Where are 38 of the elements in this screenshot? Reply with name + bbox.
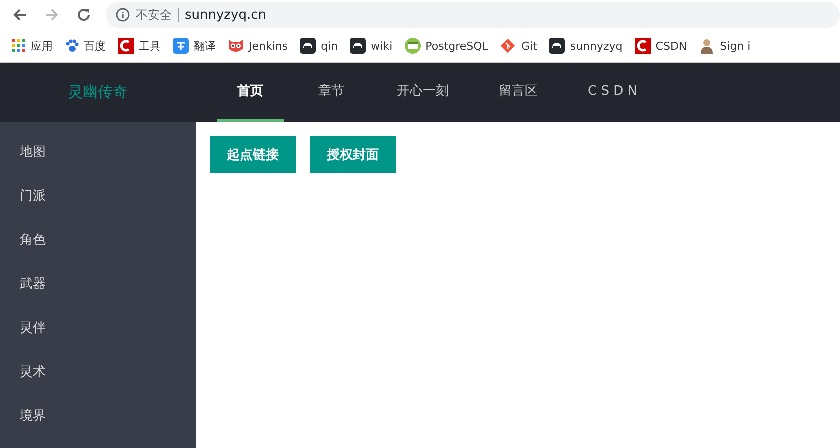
bookmark-link[interactable]: Jenkins: [228, 38, 288, 54]
sidebar-item[interactable]: 角色: [0, 218, 196, 262]
nav-tab[interactable]: 留言区: [481, 63, 556, 122]
bookmark-link[interactable]: qin: [300, 38, 338, 54]
paw-icon: [65, 39, 79, 53]
sidebar-item[interactable]: 灵伴: [0, 306, 196, 350]
nav-tab[interactable]: 章节: [298, 63, 365, 122]
c-letter-icon: [634, 38, 651, 54]
bookmark-link[interactable]: 应用: [12, 38, 53, 54]
owl-icon: [228, 38, 244, 54]
browser-window-icon: [404, 38, 421, 54]
bookmark-link[interactable]: Sign i: [699, 38, 751, 54]
bookmark-link[interactable]: 翻译: [173, 38, 216, 54]
url-text: sunnyzyq.cn: [185, 8, 266, 22]
sidebar-item[interactable]: 地图: [0, 130, 196, 174]
nav-tab[interactable]: 开心一刻: [379, 63, 467, 122]
bookmark-link[interactable]: wiki: [350, 38, 393, 54]
info-icon: [116, 8, 130, 22]
action-button[interactable]: 授权封面: [310, 136, 396, 173]
bookmark-link[interactable]: PostgreSQL: [404, 38, 488, 54]
security-label: 不安全: [136, 6, 172, 24]
address-bar[interactable]: 不安全 sunnyzyq.cn: [106, 2, 840, 28]
sidebar-item[interactable]: 灵术: [0, 350, 196, 394]
site-logo[interactable]: 灵幽传奇: [0, 63, 196, 122]
bookmark-link[interactable]: 工具: [118, 38, 161, 54]
bookmark-link[interactable]: sunnyzyq: [549, 38, 623, 54]
bookmark-link[interactable]: 百度: [65, 38, 106, 54]
translate-icon: [173, 38, 189, 54]
action-button[interactable]: 起点链接: [210, 136, 296, 173]
sidebar-item[interactable]: 境界: [0, 394, 196, 438]
bookmark-link[interactable]: CSDN: [634, 38, 688, 54]
sidebar-item[interactable]: 门派: [0, 174, 196, 218]
bookmark-link[interactable]: Git: [500, 38, 538, 54]
person-avatar-icon: [699, 38, 716, 54]
apps-grid-icon: [12, 39, 26, 53]
nav-tab[interactable]: C S D N: [570, 63, 656, 122]
sidebar-item[interactable]: 武器: [0, 262, 196, 306]
c-letter-icon: [118, 38, 134, 54]
